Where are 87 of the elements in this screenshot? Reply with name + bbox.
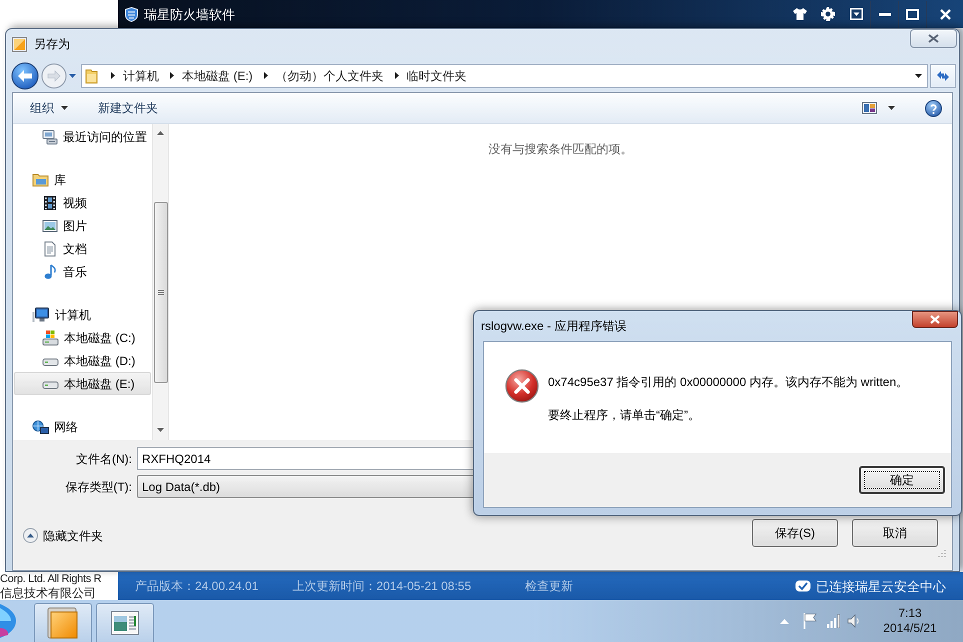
dropdown-box-icon [850, 8, 862, 20]
nav-item[interactable]: 本地磁盘 (D:) [14, 349, 151, 372]
new-folder-button[interactable]: 新建文件夹 [90, 102, 166, 114]
chevron-icon[interactable] [394, 72, 399, 79]
company-name: 信息技术有限公司 [0, 586, 97, 600]
refresh-button[interactable] [930, 64, 956, 88]
minimize-icon [878, 12, 890, 16]
nav-item[interactable]: 本地磁盘 (E:) [14, 372, 151, 395]
empty-message: 没有与搜索条件匹配的项。 [488, 143, 632, 155]
error-message: 要终止程序，请单击“确定”。 [548, 407, 700, 423]
dialog-title: 另存为 [34, 38, 70, 50]
version-text: 产品版本：24.00.24.01 [135, 580, 258, 592]
tshirt-icon [793, 8, 807, 20]
nav-item[interactable]: 网络 [14, 415, 151, 438]
signal-icon[interactable] [827, 614, 841, 628]
breadcrumb-segment[interactable]: 计算机 [118, 70, 164, 82]
field-label: 保存类型(T): [64, 480, 132, 492]
hide-folders-button[interactable]: 隐藏文件夹 [23, 528, 103, 543]
clock-button[interactable]: 7:13 2014/5/21 [877, 606, 943, 636]
dialog-icon [12, 36, 27, 52]
caret-icon[interactable] [915, 74, 922, 78]
check-badge-icon [795, 580, 811, 592]
document-icon [42, 240, 58, 256]
scrollbar-thumb[interactable] [154, 202, 168, 383]
help-icon [925, 100, 942, 116]
music-note-icon [42, 264, 58, 280]
breadcrumb-segment[interactable]: （勿动）个人文件夹 [270, 70, 389, 82]
error-icon [505, 369, 539, 403]
layout-icon [862, 102, 877, 114]
close-icon [940, 8, 950, 20]
nav-item[interactable]: 图片 [14, 214, 151, 237]
chevron-icon[interactable] [111, 72, 115, 79]
close-button[interactable] [910, 29, 957, 48]
folder-icon [85, 68, 98, 84]
computer-icon [32, 306, 50, 322]
cloud-status-text: 已连接瑞星云安全中心 [816, 580, 946, 592]
network-icon [32, 418, 49, 434]
refresh-icon [936, 70, 950, 82]
close-icon [928, 34, 939, 43]
chevron-icon[interactable] [264, 72, 268, 79]
field-label: 文件名(N): [75, 452, 132, 464]
ok-button[interactable]: 确定 [859, 466, 945, 494]
film-icon [42, 194, 58, 210]
shield-icon [125, 6, 138, 22]
nav-item[interactable]: 最近访问的位置 [14, 125, 151, 148]
breadcrumb-segment[interactable]: 本地磁盘 (E:) [177, 70, 258, 82]
scroll-down-icon[interactable] [157, 428, 164, 432]
error-message: 0x74c95e37 指令引用的 0x00000000 内存。该内存不能为 written。 [548, 374, 908, 390]
nav-item[interactable]: 计算机 [14, 303, 151, 326]
taskbar-button[interactable] [96, 603, 154, 642]
organize-button[interactable]: 组织 [22, 102, 76, 114]
nav-item[interactable]: 音乐 [14, 260, 151, 283]
window-title: 瑞星防火墙软件 [144, 8, 235, 20]
speaker-icon[interactable] [847, 614, 861, 628]
dialog-title: rslogvw.exe - 应用程序错误 [481, 320, 626, 332]
monitor-icon [42, 128, 58, 144]
caret-icon [888, 106, 895, 110]
window-icon [111, 611, 139, 635]
drive-icon [42, 330, 59, 346]
taskbar-button[interactable] [34, 603, 92, 642]
check-update-link[interactable]: 检查更新 [525, 580, 574, 592]
address-bar[interactable]: 计算机 本地磁盘 (E:) （勿动）个人文件夹 临时文件夹 [81, 64, 928, 88]
nav-item[interactable]: 本地磁盘 (C:) [14, 326, 151, 349]
maximize-icon [906, 8, 919, 20]
copyright-text: Corp. Ltd. All Rights R [0, 572, 102, 586]
resize-grip-icon [938, 549, 946, 557]
breadcrumb-segment[interactable]: 临时文件夹 [402, 70, 472, 82]
chevron-icon[interactable] [170, 72, 174, 79]
close-icon [930, 315, 940, 324]
settings-icon [821, 7, 835, 21]
close-button[interactable] [912, 311, 958, 328]
nav-item[interactable]: 库 [14, 168, 151, 191]
last-update-text: 上次更新时间：2014-05-21 08:55 [292, 580, 472, 592]
box-icon [47, 607, 79, 639]
folder-icon [32, 172, 49, 187]
dialog-button[interactable]: 保存(S) [752, 519, 838, 547]
nav-item[interactable]: 视频 [14, 191, 151, 214]
scroll-up-icon[interactable] [157, 131, 164, 135]
picture-icon [42, 218, 58, 234]
start-orb-icon[interactable] [0, 604, 16, 638]
caret-icon [61, 106, 68, 110]
scrollbar[interactable] [152, 124, 169, 440]
flag-icon[interactable] [803, 613, 817, 629]
help-button[interactable] [925, 100, 942, 116]
nav-item[interactable]: 文档 [14, 237, 151, 260]
dialog-button[interactable]: 取消 [852, 519, 938, 547]
grip-icon [158, 290, 164, 296]
